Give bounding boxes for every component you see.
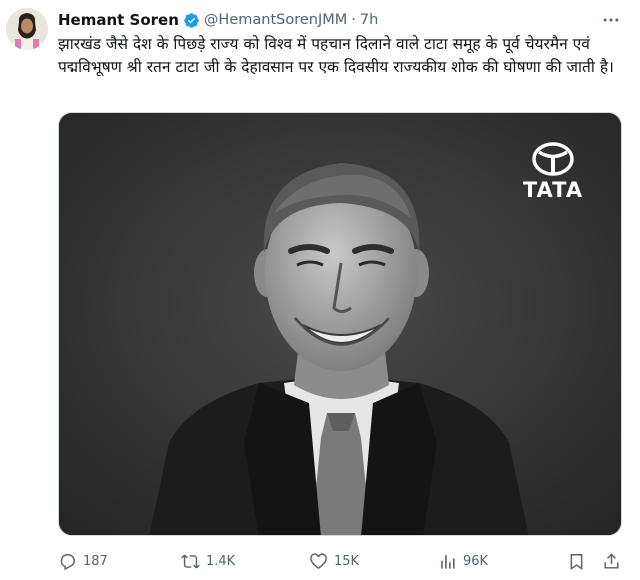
reply-icon [60,553,75,570]
more-icon[interactable] [598,9,624,31]
bookmark-button[interactable] [567,552,592,571]
views-icon [441,554,455,569]
author-handle[interactable]: @HemantSorenJMM [204,12,347,28]
tweet-timestamp[interactable]: 7h [360,12,378,28]
tata-emblem-icon [532,142,574,176]
tweet: Hemant Soren @HemantSorenJMM · 7h झारखंड… [0,0,640,580]
reply-count: 187 [83,553,108,569]
tata-logo: TATA [515,141,591,203]
reply-button[interactable]: 187 [58,552,108,571]
tweet-text: झारखंड जैसे देश के पिछड़े राज्य को विश्व… [58,35,614,76]
share-icon [604,552,619,569]
avatar[interactable] [6,8,48,50]
tweet-image[interactable]: TATA [58,112,622,536]
bookmark-icon [570,553,583,570]
retweet-count: 1.4K [206,553,236,569]
share-button[interactable] [602,552,627,571]
like-count: 15K [334,553,360,569]
like-button[interactable]: 15K [309,552,359,571]
separator-dot: · [351,12,356,28]
tata-logo-text: TATA [522,178,584,202]
retweet-button[interactable]: 1.4K [181,552,235,571]
views-count: 96K [463,553,489,569]
author-name[interactable]: Hemant Soren [58,11,179,29]
retweet-icon [181,554,200,568]
views-button[interactable]: 96K [438,552,488,571]
heart-icon [310,552,327,569]
tweet-header: Hemant Soren @HemantSorenJMM · 7h [58,9,630,31]
verified-badge-icon [183,12,200,29]
action-bar: 187 1.4K 15K 96K [58,548,628,574]
